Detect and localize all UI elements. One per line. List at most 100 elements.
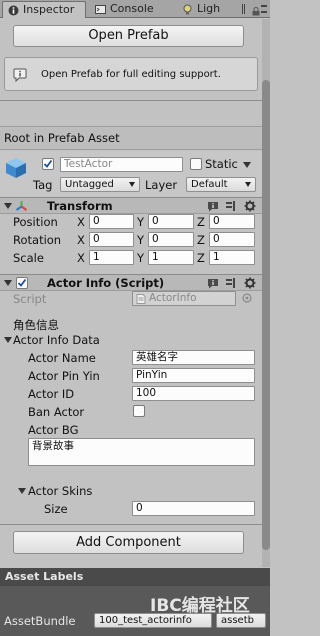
checkmark-icon: [43, 159, 53, 168]
static-checkbox[interactable]: [190, 158, 202, 170]
light-icon: [183, 4, 192, 15]
transform-header[interactable]: Transform: [0, 197, 262, 214]
tab-inspector[interactable]: Inspector: [2, 1, 86, 18]
rotation-x-field[interactable]: 0: [89, 232, 134, 247]
tab-lighting[interactable]: Ligh: [177, 1, 237, 18]
scale-z-field[interactable]: 1: [209, 250, 255, 265]
chevron-down-icon: [129, 182, 135, 187]
gameobject-name-field[interactable]: TestActor: [60, 157, 183, 172]
skins-size-label: Size: [44, 502, 68, 516]
checkmark-icon: [17, 278, 27, 287]
help-icon[interactable]: [207, 277, 219, 289]
gear-icon[interactable]: [244, 277, 256, 289]
asset-labels-title: Asset Labels: [5, 570, 84, 583]
actor-info-header-text: 角色信息: [13, 318, 59, 332]
actor-pinyin-label: Actor Pin Yin: [28, 369, 100, 383]
actor-skins-label[interactable]: Actor Skins: [28, 484, 92, 498]
scale-y-axis[interactable]: Y: [137, 251, 144, 265]
transform-title: Transform: [47, 199, 113, 213]
prefab-info-box: Open Prefab for full editing support.: [4, 57, 258, 91]
rotation-z-axis[interactable]: Z: [197, 233, 205, 247]
actor-pinyin-field[interactable]: PinYin: [132, 368, 255, 383]
position-label: Position: [13, 215, 58, 229]
skins-size-field[interactable]: 0: [132, 501, 255, 516]
gear-icon[interactable]: [244, 200, 256, 212]
tab-menu-icon[interactable]: [242, 4, 245, 14]
open-prefab-button[interactable]: Open Prefab: [13, 25, 244, 47]
watermark: IBC编程社区: [150, 596, 250, 616]
asset-bundle-value: 100_test_actorinfo: [99, 615, 192, 626]
rotation-y-field[interactable]: 0: [148, 232, 194, 247]
active-checkbox[interactable]: [42, 158, 54, 170]
position-y-field[interactable]: 0: [148, 214, 194, 229]
tag-dropdown[interactable]: Untagged: [60, 177, 140, 192]
console-icon: [95, 5, 106, 14]
actor-bg-textarea[interactable]: 背景故事: [28, 438, 255, 466]
scale-z-axis[interactable]: Z: [197, 251, 205, 265]
tab-bar: Inspector Console Ligh: [0, 0, 270, 18]
add-component-button[interactable]: Add Component: [13, 531, 244, 554]
tag-value: Untagged: [65, 179, 114, 190]
actor-id-field[interactable]: 100: [132, 386, 255, 401]
actor-bg-label: Actor BG: [28, 423, 79, 437]
position-y-axis[interactable]: Y: [137, 215, 144, 229]
more-options-icon[interactable]: [261, 5, 267, 13]
gameobject-header: TestActor Static Tag Untagged Layer Defa…: [0, 151, 262, 197]
chevron-down-icon: [245, 182, 251, 187]
layer-dropdown[interactable]: Default: [186, 177, 256, 192]
scale-label: Scale: [13, 251, 44, 265]
object-picker-icon[interactable]: [242, 293, 252, 303]
asset-labels-bar[interactable]: Asset Labels: [0, 568, 270, 586]
script-enabled-checkbox[interactable]: [16, 277, 28, 289]
foldout-arrow-icon[interactable]: [4, 280, 12, 286]
asset-bundle-label: AssetBundle: [4, 614, 76, 628]
ban-actor-checkbox[interactable]: [133, 405, 145, 417]
tab-inspector-label: Inspector: [23, 3, 75, 16]
actor-skins-foldout-icon[interactable]: [18, 488, 26, 494]
tag-label: Tag: [33, 178, 53, 192]
script-file-icon: [136, 294, 146, 304]
scale-x-field[interactable]: 1: [89, 250, 134, 265]
preset-icon[interactable]: [225, 277, 237, 289]
tab-lighting-label: Ligh: [197, 2, 221, 15]
lock-icon[interactable]: [252, 6, 260, 19]
prefab-info-text: Open Prefab for full editing support.: [41, 69, 221, 80]
position-z-field[interactable]: 0: [209, 214, 255, 229]
script-value: ActorInfo: [149, 292, 197, 304]
actor-info-header[interactable]: Actor Info (Script): [0, 274, 262, 291]
foldout-arrow-icon[interactable]: [4, 203, 12, 209]
actor-info-data-foldout-icon[interactable]: [4, 337, 12, 343]
layer-value: Default: [191, 179, 228, 190]
scale-x-axis[interactable]: X: [77, 251, 85, 265]
scale-y-field[interactable]: 1: [148, 250, 194, 265]
asset-bundle-variant: assetb: [221, 615, 254, 626]
tab-console[interactable]: Console: [90, 1, 172, 18]
rotation-x-axis[interactable]: X: [77, 233, 85, 247]
divider: [0, 100, 262, 101]
static-label: Static: [205, 157, 238, 171]
prefab-root-bar: Root in Prefab Asset: [0, 126, 262, 150]
preset-icon[interactable]: [225, 200, 237, 212]
position-x-axis[interactable]: X: [77, 215, 85, 229]
help-icon[interactable]: [207, 200, 219, 212]
actor-name-field[interactable]: 英雄名字: [132, 350, 255, 365]
actor-info-data-label[interactable]: Actor Info Data: [13, 333, 100, 347]
layer-label: Layer: [145, 178, 178, 192]
position-z-axis[interactable]: Z: [197, 215, 205, 229]
info-icon: [8, 5, 19, 16]
scrollbar-thumb[interactable]: [262, 80, 270, 550]
actor-info-title: Actor Info (Script): [47, 276, 165, 290]
script-label: Script: [13, 292, 47, 306]
cube-icon: [6, 158, 26, 178]
tab-console-label: Console: [110, 2, 154, 15]
info-bubble-icon: [13, 68, 27, 82]
transform-icon: [15, 201, 28, 211]
actor-name-label: Actor Name: [28, 351, 96, 365]
rotation-y-axis[interactable]: Y: [137, 233, 144, 247]
static-dropdown-arrow[interactable]: [243, 162, 251, 168]
rotation-z-field[interactable]: 0: [209, 232, 255, 247]
script-field: ActorInfo: [132, 291, 236, 306]
ban-actor-label: Ban Actor: [28, 405, 85, 419]
prefab-root-label: Root in Prefab Asset: [4, 131, 120, 145]
position-x-field[interactable]: 0: [89, 214, 134, 229]
